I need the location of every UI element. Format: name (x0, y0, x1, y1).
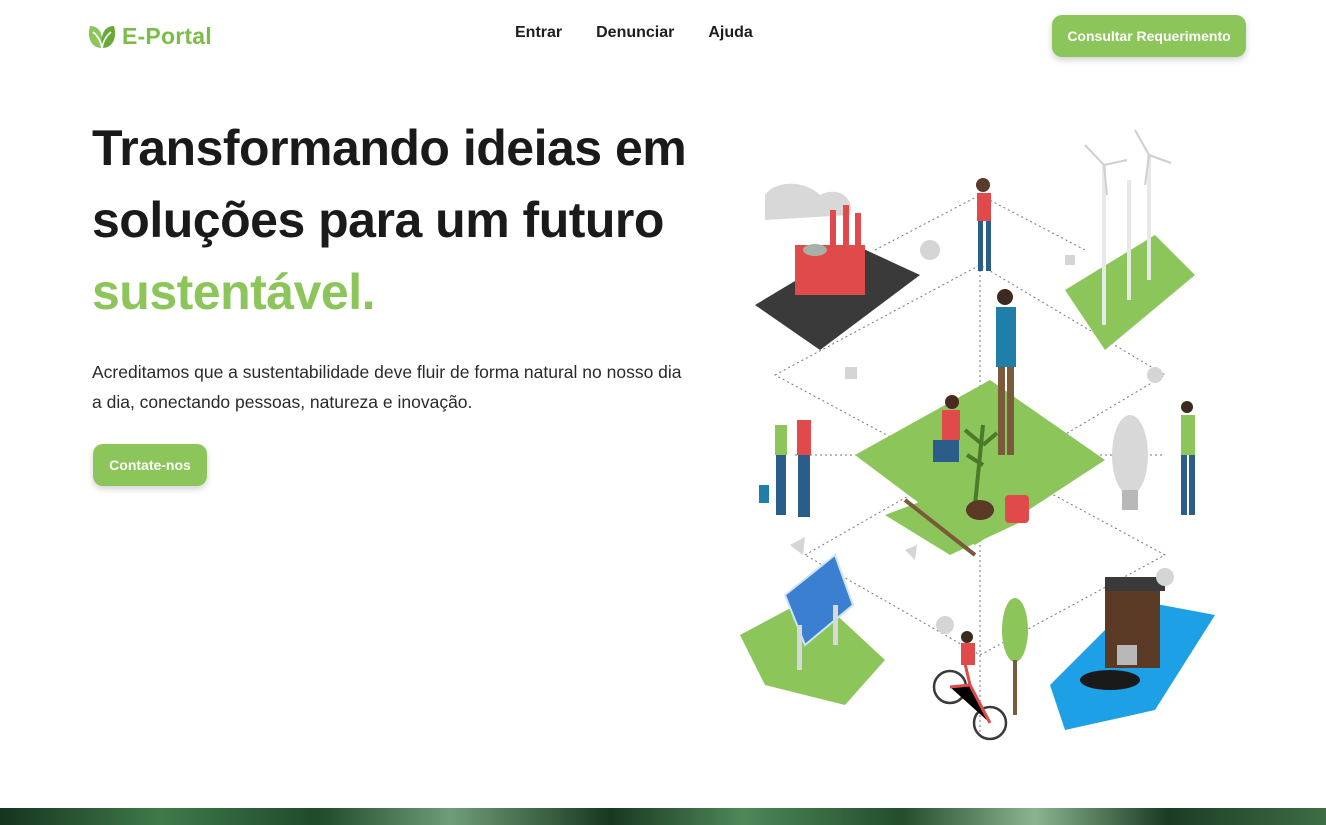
brand-name: E-Portal (122, 22, 212, 49)
contact-us-button[interactable]: Contate-nos (93, 444, 207, 486)
sustainability-illustration (740, 129, 1215, 741)
water-pollution-illustration (1050, 577, 1215, 730)
planting-scene-illustration (855, 289, 1105, 557)
family-illustration (759, 420, 811, 517)
hero-title-line-1: Transformando ideias em (92, 120, 687, 176)
efficient-bulb-illustration (1112, 401, 1195, 515)
solar-panel-illustration (740, 553, 885, 705)
main-nav: Entrar Denunciar Ajuda (515, 24, 753, 42)
hero-description: Acreditamos que a sustentabilidade deve … (92, 362, 682, 412)
hero-title-line-2: soluções para um futuro (92, 192, 664, 248)
nav-item-ajuda[interactable]: Ajuda (708, 24, 752, 42)
brand-logo[interactable]: E-Portal (84, 16, 212, 56)
nav-item-denunciar[interactable]: Denunciar (596, 24, 674, 42)
consult-request-button[interactable]: Consultar Requerimento (1052, 15, 1246, 57)
hero-title: Transformando ideias em soluções para um… (92, 112, 732, 328)
wind-turbines-illustration (1065, 129, 1195, 350)
nav-item-entrar[interactable]: Entrar (515, 24, 562, 42)
hero-title-accent: sustentável. (92, 264, 376, 320)
person-illustration (976, 178, 991, 271)
leaf-logo-icon (88, 26, 116, 49)
bottom-banner-strip (0, 808, 1326, 825)
factory-illustration (755, 183, 920, 350)
